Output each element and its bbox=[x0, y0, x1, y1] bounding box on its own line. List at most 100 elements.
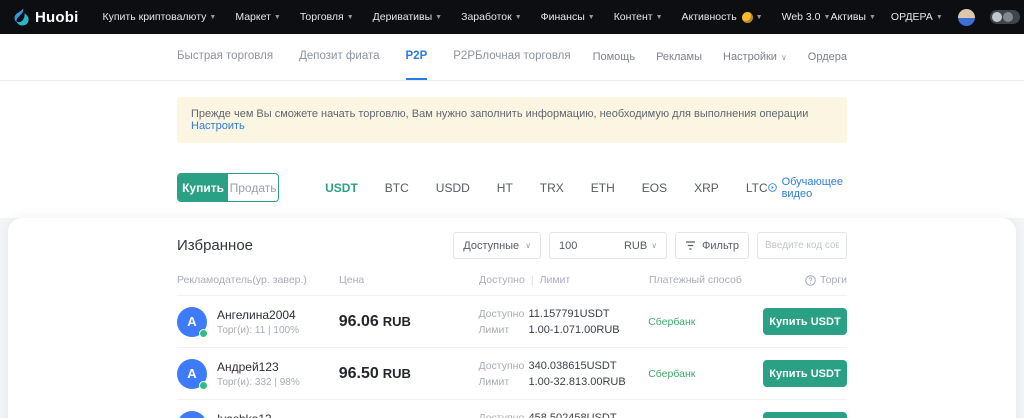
chevron-down-icon bbox=[347, 14, 354, 21]
chevron-down-icon bbox=[515, 14, 522, 21]
header-advertiser: Рекламодатель(ур. завер.) bbox=[177, 274, 339, 286]
coin-tab-xrp[interactable]: XRP bbox=[694, 181, 719, 195]
trader-avatar[interactable]: I bbox=[177, 411, 207, 418]
trader-stats: Торг(и): 11 | 100% bbox=[217, 325, 299, 336]
nav-trade[interactable]: Торговля bbox=[300, 11, 354, 23]
coin-tab-btc[interactable]: BTC bbox=[385, 181, 409, 195]
chevron-down-icon bbox=[869, 14, 876, 21]
link-help[interactable]: Помощь bbox=[593, 51, 636, 63]
trader-avatar[interactable]: А bbox=[177, 307, 207, 337]
buy-usdt-button[interactable]: Купить USDT bbox=[763, 412, 847, 418]
coin-tab-eth[interactable]: ETH bbox=[591, 181, 615, 195]
link-orders[interactable]: Ордера bbox=[808, 51, 847, 63]
coin-tab-ltc[interactable]: LTC bbox=[746, 181, 768, 195]
offer-row: I Ivashka13 Торг(и): 740 | 99% 96.70RUB … bbox=[177, 399, 847, 418]
sell-toggle-button[interactable]: Продать bbox=[228, 174, 278, 201]
payment-methods-cell: Сбербанк bbox=[648, 316, 763, 328]
chevron-down-icon bbox=[781, 53, 787, 62]
huobi-p2p-page: Huobi Купить криптовалюту Маркет Торговл… bbox=[0, 0, 1024, 418]
navbar-right: Активы ОРДЕРА bbox=[830, 9, 1024, 26]
nav-orders[interactable]: ОРДЕРА bbox=[891, 11, 943, 23]
chevron-down-icon bbox=[435, 14, 442, 21]
nav-finance[interactable]: Финансы bbox=[541, 11, 595, 23]
available-limit-cell: Доступно11.157791USDT Лимит1.00-1.071.00… bbox=[478, 306, 648, 338]
link-settings[interactable]: Настройки bbox=[723, 51, 787, 63]
coin-tabs: USDT BTC USDD HT TRX ETH EOS XRP LTC bbox=[325, 181, 768, 195]
nav-assets[interactable]: Активы bbox=[830, 11, 875, 23]
info-circle-icon bbox=[805, 275, 816, 286]
filter-funnel-icon bbox=[685, 240, 696, 251]
chevron-down-icon bbox=[756, 14, 763, 21]
chevron-down-icon bbox=[824, 14, 831, 21]
online-status-icon bbox=[199, 329, 208, 338]
tab-fast-trade[interactable]: Быстрая торговля bbox=[177, 34, 273, 80]
nav-web3[interactable]: Web 3.0 bbox=[782, 11, 831, 23]
price-cell: 96.50RUB bbox=[339, 365, 479, 383]
chevron-down-icon bbox=[651, 241, 657, 250]
amount-currency-input[interactable]: 100 RUB bbox=[549, 232, 667, 259]
link-ads[interactable]: Рекламы bbox=[656, 51, 702, 63]
buy-usdt-button[interactable]: Купить USDT bbox=[763, 360, 847, 387]
nav-content[interactable]: Контент bbox=[614, 11, 663, 23]
nav-earn[interactable]: Заработок bbox=[461, 11, 522, 23]
banner-text: Прежде чем Вы сможете начать торговлю, В… bbox=[191, 108, 808, 120]
available-limit-cell: Доступно458.502458USDT Лимит100.00-44.33… bbox=[478, 410, 648, 418]
section-title: Избранное bbox=[177, 237, 253, 254]
chevron-down-icon bbox=[656, 14, 663, 21]
coin-tab-trx[interactable]: TRX bbox=[540, 181, 564, 195]
offer-row: А Андрей123 Торг(и): 332 | 98% 96.50RUB … bbox=[177, 347, 847, 399]
trade-controls-row: Купить Продать USDT BTC USDD HT TRX ETH … bbox=[177, 173, 847, 218]
brand-name: Huobi bbox=[35, 9, 79, 26]
balance-toggle[interactable] bbox=[990, 10, 1020, 24]
offer-row: А Ангелина2004 Торг(и): 11 | 100% 96.06R… bbox=[177, 295, 847, 347]
trader-stats: Торг(и): 332 | 98% bbox=[217, 377, 300, 388]
nav-activity[interactable]: Активность bbox=[682, 11, 763, 23]
payment-methods-cell: Сбербанк bbox=[648, 368, 763, 380]
filter-button[interactable]: Фильтр bbox=[675, 232, 749, 259]
share-code-input[interactable] bbox=[757, 232, 847, 259]
tab-p2p-block-trade[interactable]: P2PБлочная торговля bbox=[453, 34, 570, 80]
coin-tab-usdt[interactable]: USDT bbox=[325, 181, 358, 195]
coin-tab-usdd[interactable]: USDD bbox=[436, 181, 470, 195]
currency-dropdown[interactable]: RUB bbox=[624, 240, 657, 252]
amount-value[interactable]: 100 bbox=[559, 240, 577, 252]
nav-buy-crypto[interactable]: Купить криптовалюту bbox=[103, 11, 217, 23]
trader-name[interactable]: Андрей123 bbox=[217, 360, 300, 374]
nav-market[interactable]: Маркет bbox=[235, 11, 281, 23]
availability-dropdown[interactable]: Доступные bbox=[453, 232, 541, 259]
coin-tab-ht[interactable]: HT bbox=[497, 181, 513, 195]
huobi-logo[interactable]: Huobi bbox=[14, 8, 79, 26]
tutorial-video-link[interactable]: Обучающее видео bbox=[768, 176, 847, 200]
upper-content: Быстрая торговля Депозит фиата P2P P2PБл… bbox=[0, 34, 1024, 218]
chevron-down-icon bbox=[588, 14, 595, 21]
tab-p2p[interactable]: P2P bbox=[406, 34, 428, 80]
price-cell: 96.06RUB bbox=[339, 313, 479, 331]
top-navbar: Huobi Купить криптовалюту Маркет Торговл… bbox=[0, 0, 1024, 34]
trader-name[interactable]: Ivashka13 bbox=[217, 412, 300, 418]
header-payment: Платежный способ bbox=[649, 274, 764, 286]
offers-card: Избранное Доступные 100 RUB Фильтр Рек bbox=[8, 218, 1016, 418]
buy-usdt-button[interactable]: Купить USDT bbox=[763, 308, 847, 335]
payment-method: Сбербанк bbox=[648, 368, 695, 380]
trader-avatar[interactable]: А bbox=[177, 359, 207, 389]
table-header-row: Рекламодатель(ур. завер.) Цена Доступно|… bbox=[177, 274, 847, 295]
nav-derivatives[interactable]: Деривативы bbox=[373, 11, 442, 23]
header-price: Цена bbox=[339, 274, 479, 286]
chevron-down-icon bbox=[274, 14, 281, 21]
tab-fiat-deposit[interactable]: Депозит фиата bbox=[299, 34, 379, 80]
buy-toggle-button[interactable]: Купить bbox=[178, 174, 228, 201]
trader-name[interactable]: Ангелина2004 bbox=[217, 308, 299, 322]
p2p-subnav-tabs: Быстрая торговля Депозит фиата P2P P2PБл… bbox=[177, 34, 571, 80]
chevron-down-icon bbox=[936, 14, 943, 21]
coin-tab-eos[interactable]: EOS bbox=[642, 181, 667, 195]
huobi-flame-icon bbox=[14, 8, 30, 26]
filters-bar: Доступные 100 RUB Фильтр bbox=[453, 232, 847, 259]
chevron-down-icon bbox=[209, 14, 216, 21]
user-avatar[interactable] bbox=[958, 9, 975, 26]
payment-method: Сбербанк bbox=[648, 316, 695, 328]
online-status-icon bbox=[199, 381, 208, 390]
kyc-warning-banner: Прежде чем Вы сможете начать торговлю, В… bbox=[177, 97, 847, 143]
main-menu: Купить криптовалюту Маркет Торговля Дери… bbox=[103, 11, 831, 23]
p2p-subnav-links: Помощь Рекламы Настройки Ордера bbox=[593, 51, 847, 63]
banner-configure-link[interactable]: Настроить bbox=[191, 120, 245, 132]
